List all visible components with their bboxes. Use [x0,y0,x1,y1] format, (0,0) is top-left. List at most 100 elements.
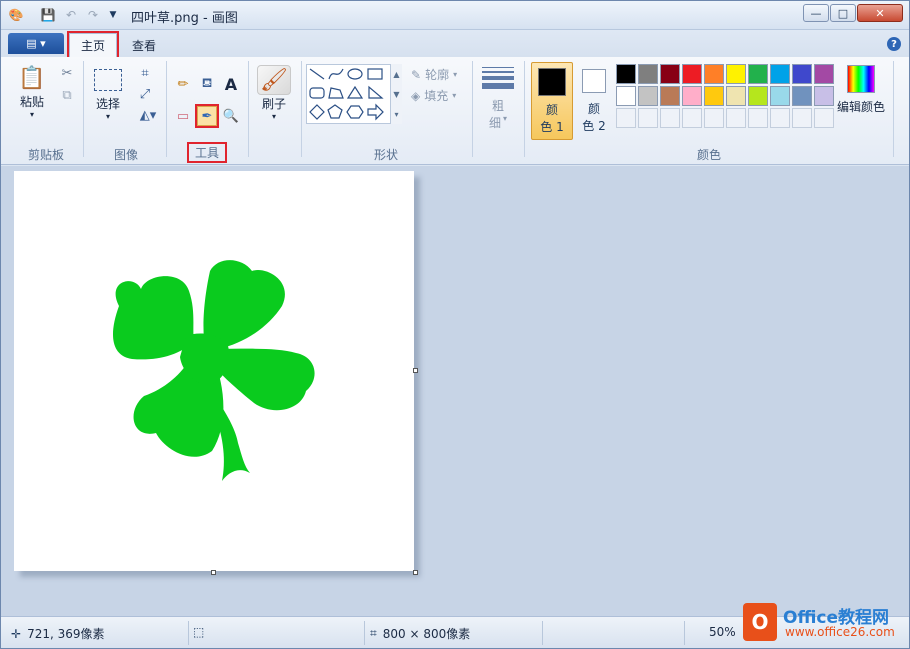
color-swatch[interactable] [682,86,702,106]
oval-shape-icon [347,68,363,80]
color-swatch[interactable] [638,86,658,106]
size-label-thin: 细 [488,116,501,130]
group-divider [472,61,473,157]
resize-handle-corner[interactable] [413,570,418,575]
color-picker-icon[interactable]: ✒ [195,104,219,128]
zoom-level[interactable]: 50% [709,625,736,639]
customize-qat-icon[interactable]: ▼ [104,6,122,24]
watermark-url: www.office26.com [785,625,895,639]
tab-view[interactable]: 查看 [121,33,167,57]
color-swatch[interactable] [660,108,680,128]
paint-window: 🎨 💾 ↶ ↷ ▼ 四叶草.png - 画图 — □ ✕ ▤ ▾ 主页 查看 ?… [0,0,910,649]
status-divider [684,621,685,645]
brushes-label: 刷子 [261,97,286,111]
paint-app-icon[interactable]: 🎨 [7,6,25,24]
group-divider [301,61,302,157]
fill-bucket-icon[interactable]: ⛾ [197,74,217,94]
color-swatch[interactable] [638,108,658,128]
color-swatch[interactable] [616,64,636,84]
color-swatch[interactable] [616,108,636,128]
color-swatch[interactable] [748,108,768,128]
brush-icon: 🖌 [257,65,291,95]
resize-handle-bottom[interactable] [211,570,216,575]
undo-icon[interactable]: ↶ [62,6,80,24]
resize-handle-right[interactable] [413,368,418,373]
scroll-up-icon[interactable]: ▲ [393,70,399,79]
eraser-icon[interactable]: ▭ [173,106,193,126]
tab-home[interactable]: 主页 [66,31,120,59]
color-swatch[interactable] [660,64,680,84]
maximize-button[interactable]: □ [830,4,856,22]
image-group-label: 图像 [113,148,138,162]
pencil-icon[interactable]: ✏ [173,74,193,94]
image-size-text: 800 × 800像素 [382,627,471,641]
shapes-scrollbar[interactable]: ▲ ▼ ▾ [390,64,402,124]
title-bar: 🎨 💾 ↶ ↷ ▼ 四叶草.png - 画图 — □ ✕ [1,1,909,30]
color-swatch[interactable] [726,86,746,106]
size-button[interactable]: 粗 细 ▾ [482,67,514,131]
rounded-rect-shape-icon [309,87,325,99]
copy-icon[interactable]: ⧉ [57,85,77,105]
help-icon[interactable]: ? [887,37,901,51]
edit-colors-button[interactable]: 编辑颜色 [837,65,885,115]
color-swatch[interactable] [704,64,724,84]
color-swatch[interactable] [770,86,790,106]
color-swatch[interactable] [704,86,724,106]
color-swatch[interactable] [682,64,702,84]
color-swatch[interactable] [792,108,812,128]
select-label: 选择 [95,97,120,111]
color-swatch[interactable] [792,64,812,84]
shapes-icons [309,68,384,121]
resize-icon[interactable]: ⤢ [135,84,155,104]
color-swatch[interactable] [660,86,680,106]
redo-icon[interactable]: ↷ [84,6,102,24]
close-button[interactable]: ✕ [857,4,903,22]
text-tool-icon[interactable]: A [221,74,241,94]
color1-label-a: 颜 [545,103,558,117]
cut-icon[interactable]: ✂ [57,63,77,83]
crop-icon[interactable]: ⌗ [135,63,155,83]
expand-gallery-icon[interactable]: ▾ [394,110,398,119]
color1-button[interactable]: 颜 色 1 [531,62,573,140]
status-divider [364,621,365,645]
paste-button[interactable]: 📋 粘贴 ▾ [17,63,47,120]
scroll-down-icon[interactable]: ▼ [393,90,399,99]
color-swatch[interactable] [748,86,768,106]
fill-button[interactable]: ◈ 填充 ▾ [411,87,456,104]
brushes-button[interactable]: 🖌 刷子 ▾ [257,65,291,121]
color-swatch[interactable] [704,108,724,128]
color-swatch[interactable] [792,86,812,106]
line-width-icon [482,67,514,89]
color-swatch[interactable] [770,108,790,128]
color-swatch[interactable] [682,108,702,128]
save-icon[interactable]: 💾 [39,6,57,24]
rotate-icon[interactable]: ◭▾ [135,105,161,125]
color-swatch[interactable] [726,64,746,84]
clipboard-group-label: 剪贴板 [27,148,64,162]
color-swatch[interactable] [814,86,834,106]
color-swatch[interactable] [616,86,636,106]
color-swatch[interactable] [814,108,834,128]
color-swatch[interactable] [726,108,746,128]
triangle-shape-icon [346,85,364,99]
outline-icon: ✎ [411,67,422,82]
colors-group-label: 颜色 [696,148,721,162]
drawing-canvas[interactable] [14,171,414,571]
zoom-text: 50% [709,625,736,639]
outline-button[interactable]: ✎ 轮廓 ▾ [411,66,457,83]
shapes-gallery[interactable] [306,64,402,124]
app-menu-button[interactable]: ▤ ▾ [8,33,64,54]
image-size: ⌗ 800 × 800像素 [370,625,470,642]
magnifier-icon[interactable]: 🔍 [221,106,241,126]
menu-icon: ▤ ▾ [26,37,46,50]
minimize-button[interactable]: — [803,4,829,22]
color-swatch[interactable] [638,64,658,84]
hexagon-shape-icon [346,105,364,119]
color-swatch[interactable] [748,64,768,84]
color-swatch[interactable] [770,64,790,84]
cursor-position-text: 721, 369像素 [27,627,105,641]
pentagon-shape-icon [327,104,343,119]
select-button[interactable]: 选择 ▾ [93,65,123,121]
color2-button[interactable]: 颜 色 2 [579,62,609,140]
color-swatch[interactable] [814,64,834,84]
